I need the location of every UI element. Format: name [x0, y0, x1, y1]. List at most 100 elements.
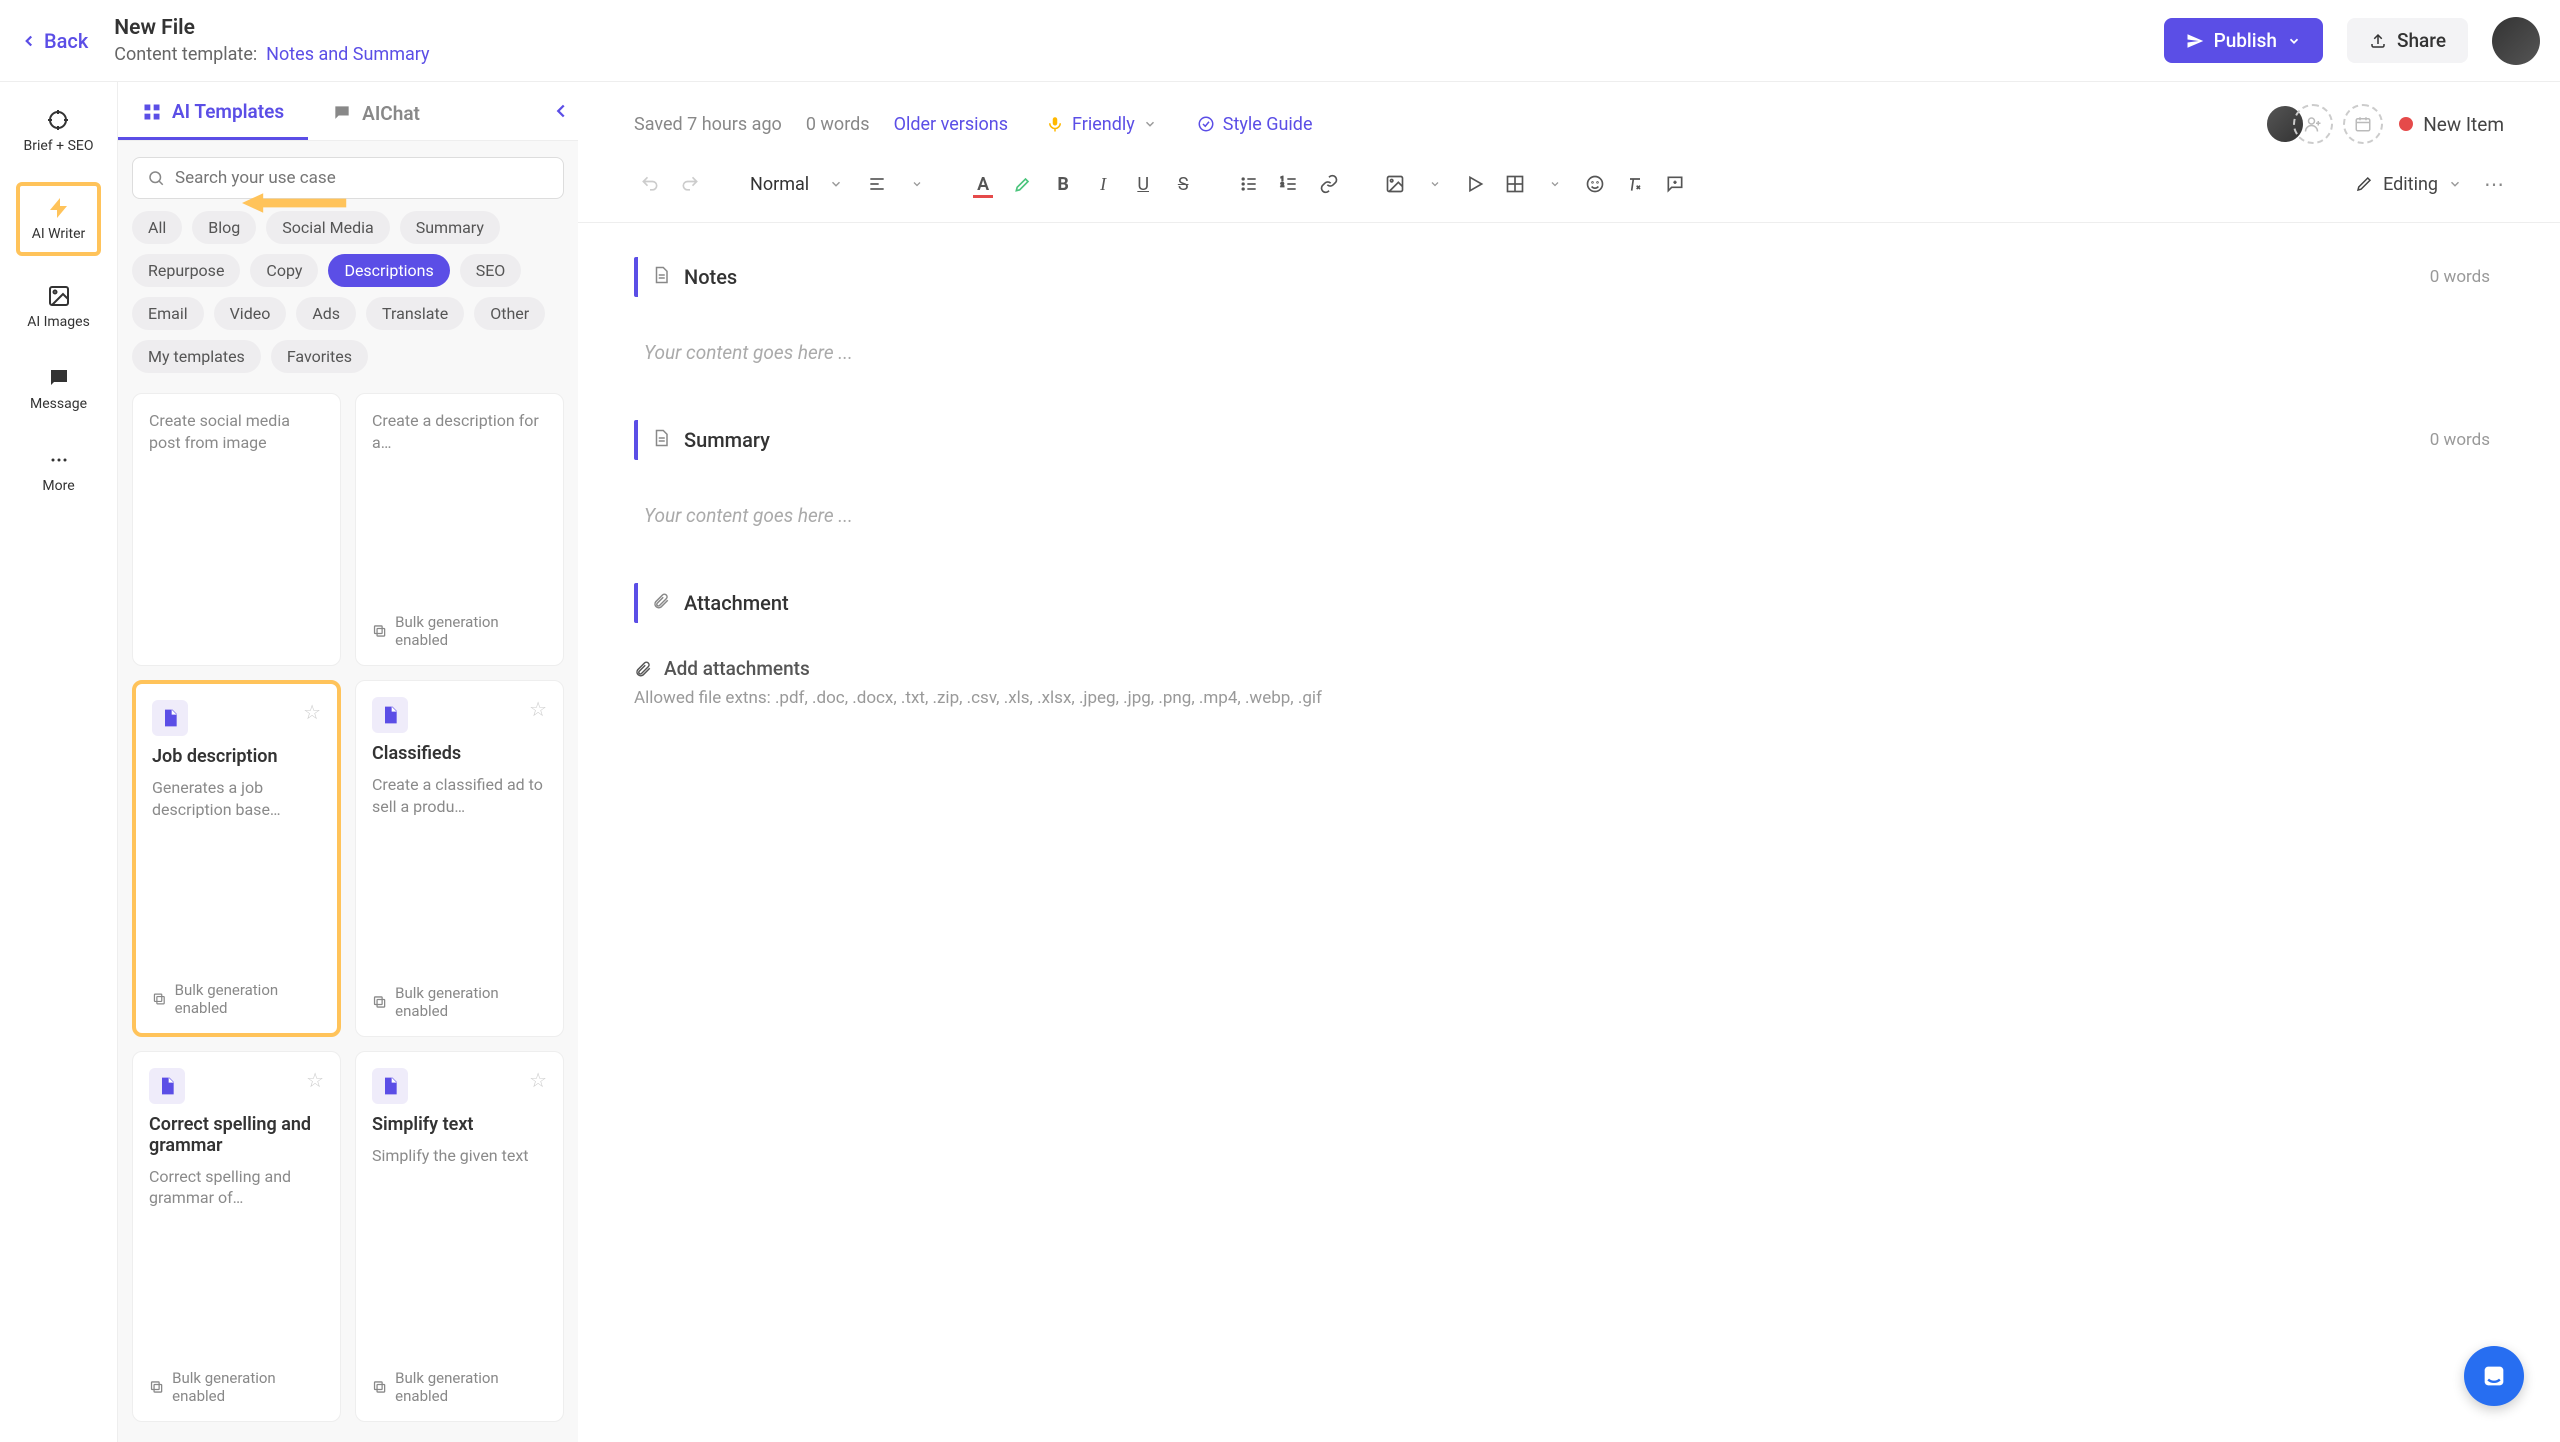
rail-more[interactable]: More: [38, 440, 78, 502]
template-card[interactable]: ☆Job descriptionGenerates a job descript…: [132, 680, 341, 1036]
italic-button[interactable]: I: [1087, 168, 1119, 200]
template-card[interactable]: ☆ClassifiedsCreate a classified ad to se…: [355, 680, 564, 1036]
align-button[interactable]: [861, 168, 893, 200]
schedule-button[interactable]: [2343, 104, 2383, 144]
section-title: Summary: [684, 428, 770, 452]
redo-button[interactable]: [674, 168, 706, 200]
bullet-list-button[interactable]: [1233, 168, 1265, 200]
add-collaborator-button[interactable]: [2293, 104, 2333, 144]
search-input[interactable]: [175, 168, 549, 188]
extensions-hint: Allowed file extns: .pdf, .doc, .docx, .…: [634, 688, 2504, 708]
share-button[interactable]: Share: [2347, 18, 2468, 63]
add-attachments-button[interactable]: Add attachments: [634, 657, 2504, 680]
link-button[interactable]: [1313, 168, 1345, 200]
highlight-button[interactable]: [1007, 168, 1039, 200]
template-card[interactable]: ☆Simplify textSimplify the given textBul…: [355, 1051, 564, 1422]
chevron-down-icon: [1143, 117, 1157, 131]
content-placeholder[interactable]: Your content goes here ...: [634, 484, 2504, 559]
filter-chip[interactable]: Other: [474, 297, 545, 330]
align-dropdown[interactable]: [901, 168, 933, 200]
mic-icon: [1046, 115, 1064, 133]
collapse-sidebar-button[interactable]: [550, 100, 572, 126]
section-header: Summary0 words: [634, 420, 2504, 460]
style-guide-link[interactable]: Style Guide: [1197, 114, 1313, 135]
editing-mode-select[interactable]: Editing: [2355, 174, 2462, 195]
template-card[interactable]: ☆Correct spelling and grammarCorrect spe…: [132, 1051, 341, 1422]
filter-chip[interactable]: Email: [132, 297, 204, 330]
video-button[interactable]: [1459, 168, 1491, 200]
document-icon: [652, 266, 670, 288]
table-dropdown[interactable]: [1539, 168, 1571, 200]
undo-button[interactable]: [634, 168, 666, 200]
paragraph-style-select[interactable]: Normal: [740, 170, 853, 199]
favorite-star-icon[interactable]: ☆: [306, 1068, 324, 1104]
intercom-icon: [2480, 1362, 2508, 1390]
comment-button[interactable]: [1659, 168, 1691, 200]
back-label: Back: [44, 29, 88, 53]
filter-chip[interactable]: SEO: [460, 254, 522, 287]
image-dropdown[interactable]: [1419, 168, 1451, 200]
more-options-button[interactable]: ⋯: [2484, 172, 2504, 196]
filter-chip[interactable]: Copy: [250, 254, 318, 287]
card-description: Create a description for a…: [372, 410, 547, 453]
card-title: Simplify text: [372, 1114, 547, 1135]
status-new-item[interactable]: New Item: [2399, 113, 2504, 136]
emoji-button[interactable]: [1579, 168, 1611, 200]
filter-chip[interactable]: Summary: [400, 211, 500, 244]
rail-ai-images[interactable]: AI Images: [23, 276, 94, 338]
target-icon: [46, 108, 70, 132]
card-description: Correct spelling and grammar of…: [149, 1166, 324, 1209]
favorite-star-icon[interactable]: ☆: [529, 697, 547, 733]
table-button[interactable]: [1499, 168, 1531, 200]
filter-chip[interactable]: Descriptions: [328, 254, 449, 287]
chevron-left-icon: [20, 32, 38, 50]
numbered-list-button[interactable]: 12: [1273, 168, 1305, 200]
attachment-header: Attachment: [634, 583, 2504, 623]
text-color-button[interactable]: A: [967, 168, 999, 200]
tab-ai-chat[interactable]: AIChat: [308, 82, 444, 140]
favorite-star-icon[interactable]: ☆: [529, 1068, 547, 1104]
top-header: Back New File Content template: Notes an…: [0, 0, 2560, 82]
intercom-fab[interactable]: [2464, 1346, 2524, 1406]
publish-button[interactable]: Publish: [2164, 18, 2323, 63]
template-link[interactable]: Notes and Summary: [266, 44, 429, 65]
strikethrough-button[interactable]: S: [1167, 168, 1199, 200]
favorite-star-icon[interactable]: ☆: [303, 700, 321, 736]
doc-icon: [372, 697, 408, 733]
back-button[interactable]: Back: [20, 29, 88, 53]
content-placeholder[interactable]: Your content goes here ...: [634, 321, 2504, 396]
tone-selector[interactable]: Friendly: [1046, 114, 1157, 135]
bulk-badge: Bulk generation enabled: [372, 1353, 547, 1405]
filter-chip[interactable]: Ads: [296, 297, 356, 330]
left-rail: Brief + SEO AI Writer AI Images Message …: [0, 82, 118, 1442]
filter-chip[interactable]: My templates: [132, 340, 261, 373]
doc-icon: [152, 700, 188, 736]
file-title: New File: [114, 16, 429, 40]
user-avatar[interactable]: [2492, 17, 2540, 65]
rail-ai-writer[interactable]: AI Writer: [16, 182, 102, 256]
section-title: Notes: [684, 265, 737, 289]
clear-format-button[interactable]: [1619, 168, 1651, 200]
filter-chip[interactable]: Social Media: [266, 211, 390, 244]
bold-button[interactable]: B: [1047, 168, 1079, 200]
template-card[interactable]: Create social media post from image: [132, 393, 341, 666]
tab-ai-templates[interactable]: AI Templates: [118, 82, 308, 140]
template-card[interactable]: Create a description for a…Bulk generati…: [355, 393, 564, 666]
insert-image-button[interactable]: [1379, 168, 1411, 200]
underline-button[interactable]: U: [1127, 168, 1159, 200]
card-description: Generates a job description base…: [152, 777, 321, 820]
filter-chip[interactable]: Favorites: [271, 340, 368, 373]
section-header: Notes0 words: [634, 257, 2504, 297]
editor-area: Saved 7 hours ago 0 words Older versions…: [578, 82, 2560, 1442]
check-badge-icon: [1197, 115, 1215, 133]
filter-chip[interactable]: Video: [214, 297, 287, 330]
template-cards: Create social media post from imageCreat…: [118, 385, 578, 1442]
filter-chip[interactable]: All: [132, 211, 182, 244]
filter-chip[interactable]: Blog: [192, 211, 256, 244]
filter-chip[interactable]: Translate: [366, 297, 464, 330]
rail-brief-seo[interactable]: Brief + SEO: [20, 100, 98, 162]
filter-chip[interactable]: Repurpose: [132, 254, 240, 287]
rail-message[interactable]: Message: [26, 358, 91, 420]
older-versions-link[interactable]: Older versions: [894, 114, 1008, 135]
chevron-down-icon: [2448, 177, 2462, 191]
